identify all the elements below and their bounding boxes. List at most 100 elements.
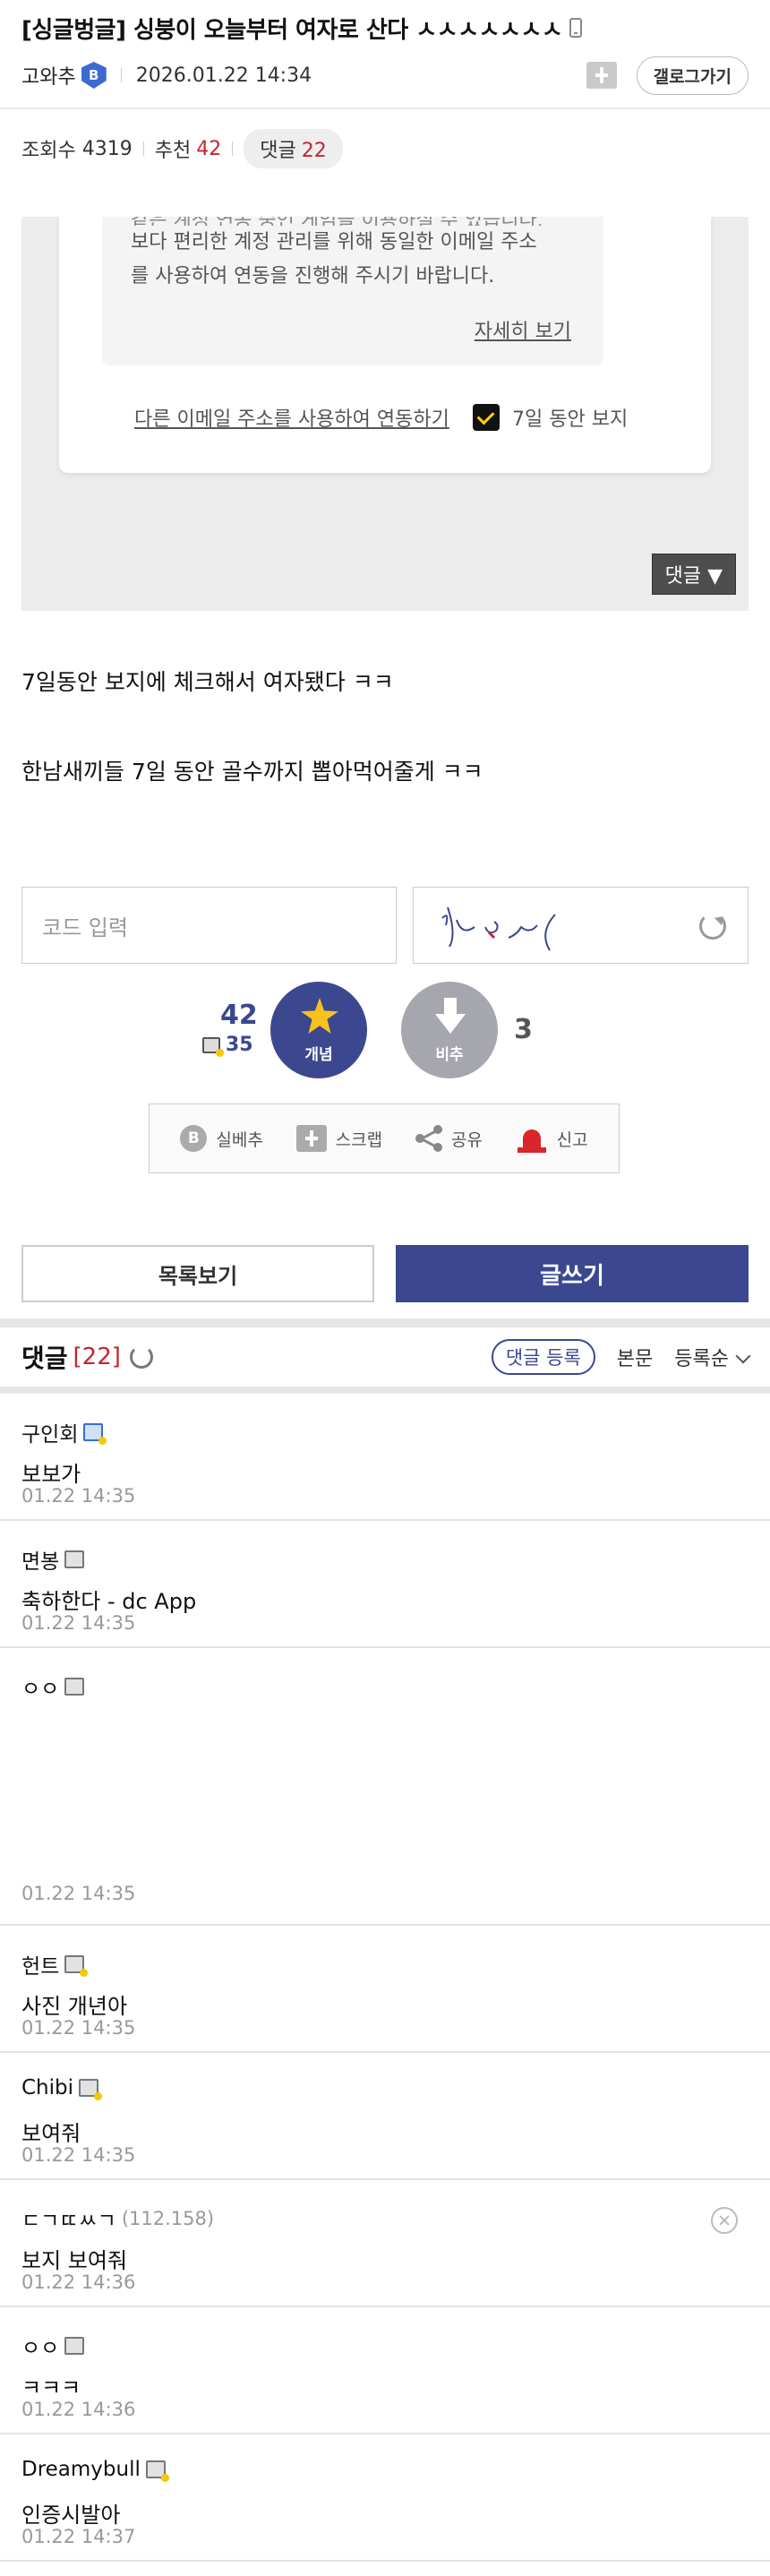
scrap-button[interactable]: 스크랩 — [295, 1125, 383, 1152]
separator — [142, 142, 144, 156]
share-label: 공유 — [450, 1129, 483, 1150]
half-fixed-user-icon — [64, 1678, 85, 1696]
cropped-text-line: 같은 계정 연동 중인 게임을 이용하실 수 있습니다. — [131, 217, 575, 226]
hide-7days-label: 7일 동안 보지 — [512, 408, 629, 431]
refresh-icon[interactable] — [129, 1345, 153, 1369]
comment-time: 01.22 14:36 — [21, 2399, 136, 2420]
post-image: 같은 계정 연동 중인 게임을 이용하실 수 있습니다. 보다 편리한 계정 관… — [21, 217, 749, 611]
detail-link: 자세히 보기 — [474, 321, 571, 343]
comment-count-pill[interactable]: 댓글 22 — [244, 129, 343, 168]
post-body-line: 한남새끼들 7일 동안 골수까지 뽑아먹어줄게 ㅋㅋ — [21, 759, 483, 785]
upvote-button[interactable]: 개념 — [270, 982, 367, 1078]
star-icon — [301, 998, 338, 1034]
body-link[interactable]: 본문 — [617, 1343, 653, 1371]
silbe-label: 실베추 — [216, 1129, 263, 1150]
comment-item: Dreamybull 인증시발아 01.22 14:37 — [0, 2434, 770, 2562]
dialog-info-box: 같은 계정 연동 중인 게임을 이용하실 수 있습니다. 보다 편리한 계정 관… — [102, 217, 603, 365]
half-fixed-user-icon — [64, 1550, 85, 1568]
comment-author-row: 구인회 — [21, 1417, 107, 1447]
chevron-down-icon — [735, 1348, 751, 1364]
views-count: 4319 — [81, 137, 133, 160]
comment-item: 구인회 보보가 01.22 14:35 — [0, 1394, 770, 1521]
comment-item: 헌트 사진 개년아 01.22 14:35 — [0, 1926, 770, 2053]
b-badge-icon: B — [180, 1125, 208, 1152]
sort-label: 등록순 — [674, 1348, 729, 1370]
gallog-button[interactable]: 갤로그가기 — [636, 56, 749, 95]
comment-text: ㅋㅋㅋ — [21, 2375, 81, 2400]
fixed-user-icon — [79, 2079, 103, 2100]
comment-author[interactable]: Dreamybull — [21, 2458, 141, 2481]
mobile-phone-icon — [569, 18, 583, 38]
comment-author[interactable]: 구인회 — [21, 1417, 78, 1447]
comment-author[interactable]: ㄷㄱㄸㅆㄱ — [21, 2203, 116, 2234]
siren-icon — [516, 1124, 548, 1153]
views-label: 조회수 — [21, 140, 76, 162]
comment-text: 보여줘 — [21, 2121, 81, 2146]
comment-item: ㅇㅇ 01.22 14:35 — [0, 1648, 770, 1926]
captcha-scribble — [441, 906, 556, 951]
dialog-text-line: 를 사용하여 연동을 진행해 주시기 바랍니다. — [131, 265, 495, 288]
post-body-line: 7일동안 보지에 체크해서 여자됐다 ㅋㅋ — [21, 669, 394, 695]
other-email-link: 다른 이메일 주소를 사용하여 연동하기 — [134, 408, 449, 431]
comment-ip: (112.158) — [121, 2208, 215, 2229]
delete-comment-icon[interactable] — [711, 2207, 738, 2234]
downvote-button[interactable]: 비추 — [401, 982, 498, 1078]
dialog-bottom-row: 다른 이메일 주소를 사용하여 연동하기 7일 동안 보지 — [134, 403, 628, 432]
upvote-count: 42 — [220, 1000, 258, 1031]
list-button[interactable]: 목록보기 — [21, 1245, 374, 1302]
add-to-gallery-icon[interactable] — [586, 62, 617, 89]
post-actions: B 실베추 스크랩 공유 신고 — [149, 1103, 620, 1173]
sort-dropdown[interactable]: 등록순 — [674, 1343, 751, 1371]
recommend-count: 42 — [196, 137, 222, 160]
recommend-label: 추천 — [154, 140, 192, 162]
comment-item: ㅇㅇ ㅋㅋㅋ 01.22 14:36 — [0, 2307, 770, 2434]
comment-author-row: Dreamybull — [21, 2458, 169, 2482]
comment-author[interactable]: ㅇㅇ — [21, 1671, 59, 1702]
scrap-icon — [295, 1125, 327, 1152]
image-comment-toggle[interactable]: 댓글 ▼ — [651, 554, 736, 595]
comments-total: [22] — [73, 1344, 121, 1370]
downvote-label: 비추 — [435, 1046, 464, 1064]
comments-header: 댓글 [22] 댓글 등록 본문 등록순 — [0, 1327, 770, 1394]
comment-author-row: ㅇㅇ — [21, 2331, 85, 2361]
fixed-user-icon — [145, 2460, 169, 2482]
captcha-row: 코드 입력 — [21, 887, 749, 964]
comment-author[interactable]: ㅇㅇ — [21, 2331, 59, 2361]
comment-author-row: ㄷㄱㄸㅆㄱ (112.158) — [21, 2203, 214, 2234]
comment-time: 01.22 14:35 — [21, 2144, 136, 2166]
upvote-label: 개념 — [304, 1046, 333, 1064]
captcha-refresh-icon[interactable] — [699, 913, 726, 940]
author-badge-icon: B — [81, 62, 107, 89]
comments-count: 22 — [301, 140, 327, 162]
comment-author[interactable]: Chibi — [21, 2076, 73, 2099]
report-button[interactable]: 신고 — [516, 1124, 588, 1153]
comment-author[interactable]: 헌트 — [21, 1949, 59, 1979]
post-header: [싱글벙글] 싱붕이 오늘부터 여자로 산다 ㅅㅅㅅㅅㅅㅅㅅ 고와추 B 202… — [0, 0, 770, 107]
author-name[interactable]: 고와추 — [21, 61, 76, 90]
comment-author[interactable]: 면봉 — [21, 1544, 59, 1575]
report-label: 신고 — [556, 1129, 588, 1150]
comment-time: 01.22 14:36 — [21, 2271, 136, 2293]
comments-title: 댓글 — [21, 1344, 68, 1373]
comment-author-row: ㅇㅇ — [21, 1671, 85, 1702]
comment-author-row: Chibi — [21, 2076, 103, 2100]
scrap-label: 스크랩 — [335, 1129, 383, 1150]
comment-author-row: 면봉 — [21, 1544, 85, 1575]
dialog-text-line: 보다 편리한 계정 관리를 위해 동일한 이메일 주소 — [131, 231, 537, 253]
comment-author-row: 헌트 — [21, 1949, 89, 1979]
comment-text: 사진 개년아 — [21, 1994, 128, 2019]
comment-text: 인증시발아 — [21, 2503, 121, 2528]
captcha-input[interactable]: 코드 입력 — [21, 887, 397, 964]
checkbox-checked-icon — [473, 404, 500, 431]
silbe-button[interactable]: B 실베추 — [180, 1125, 263, 1152]
fixed-upvote-count: 35 — [202, 1034, 253, 1057]
write-button[interactable]: 글쓰기 — [396, 1245, 749, 1302]
fixed-user-icon — [83, 1423, 107, 1445]
captcha-image — [413, 887, 749, 964]
comment-text: 보보가 — [21, 1462, 81, 1487]
register-comment-button[interactable]: 댓글 등록 — [491, 1339, 595, 1375]
comment-item: 면봉 축하한다 - dc App 01.22 14:35 — [0, 1521, 770, 1648]
share-button[interactable]: 공유 — [415, 1125, 483, 1152]
arrow-down-icon — [435, 998, 466, 1034]
vote-area: 42 35 개념 비추 3 — [0, 982, 770, 1080]
